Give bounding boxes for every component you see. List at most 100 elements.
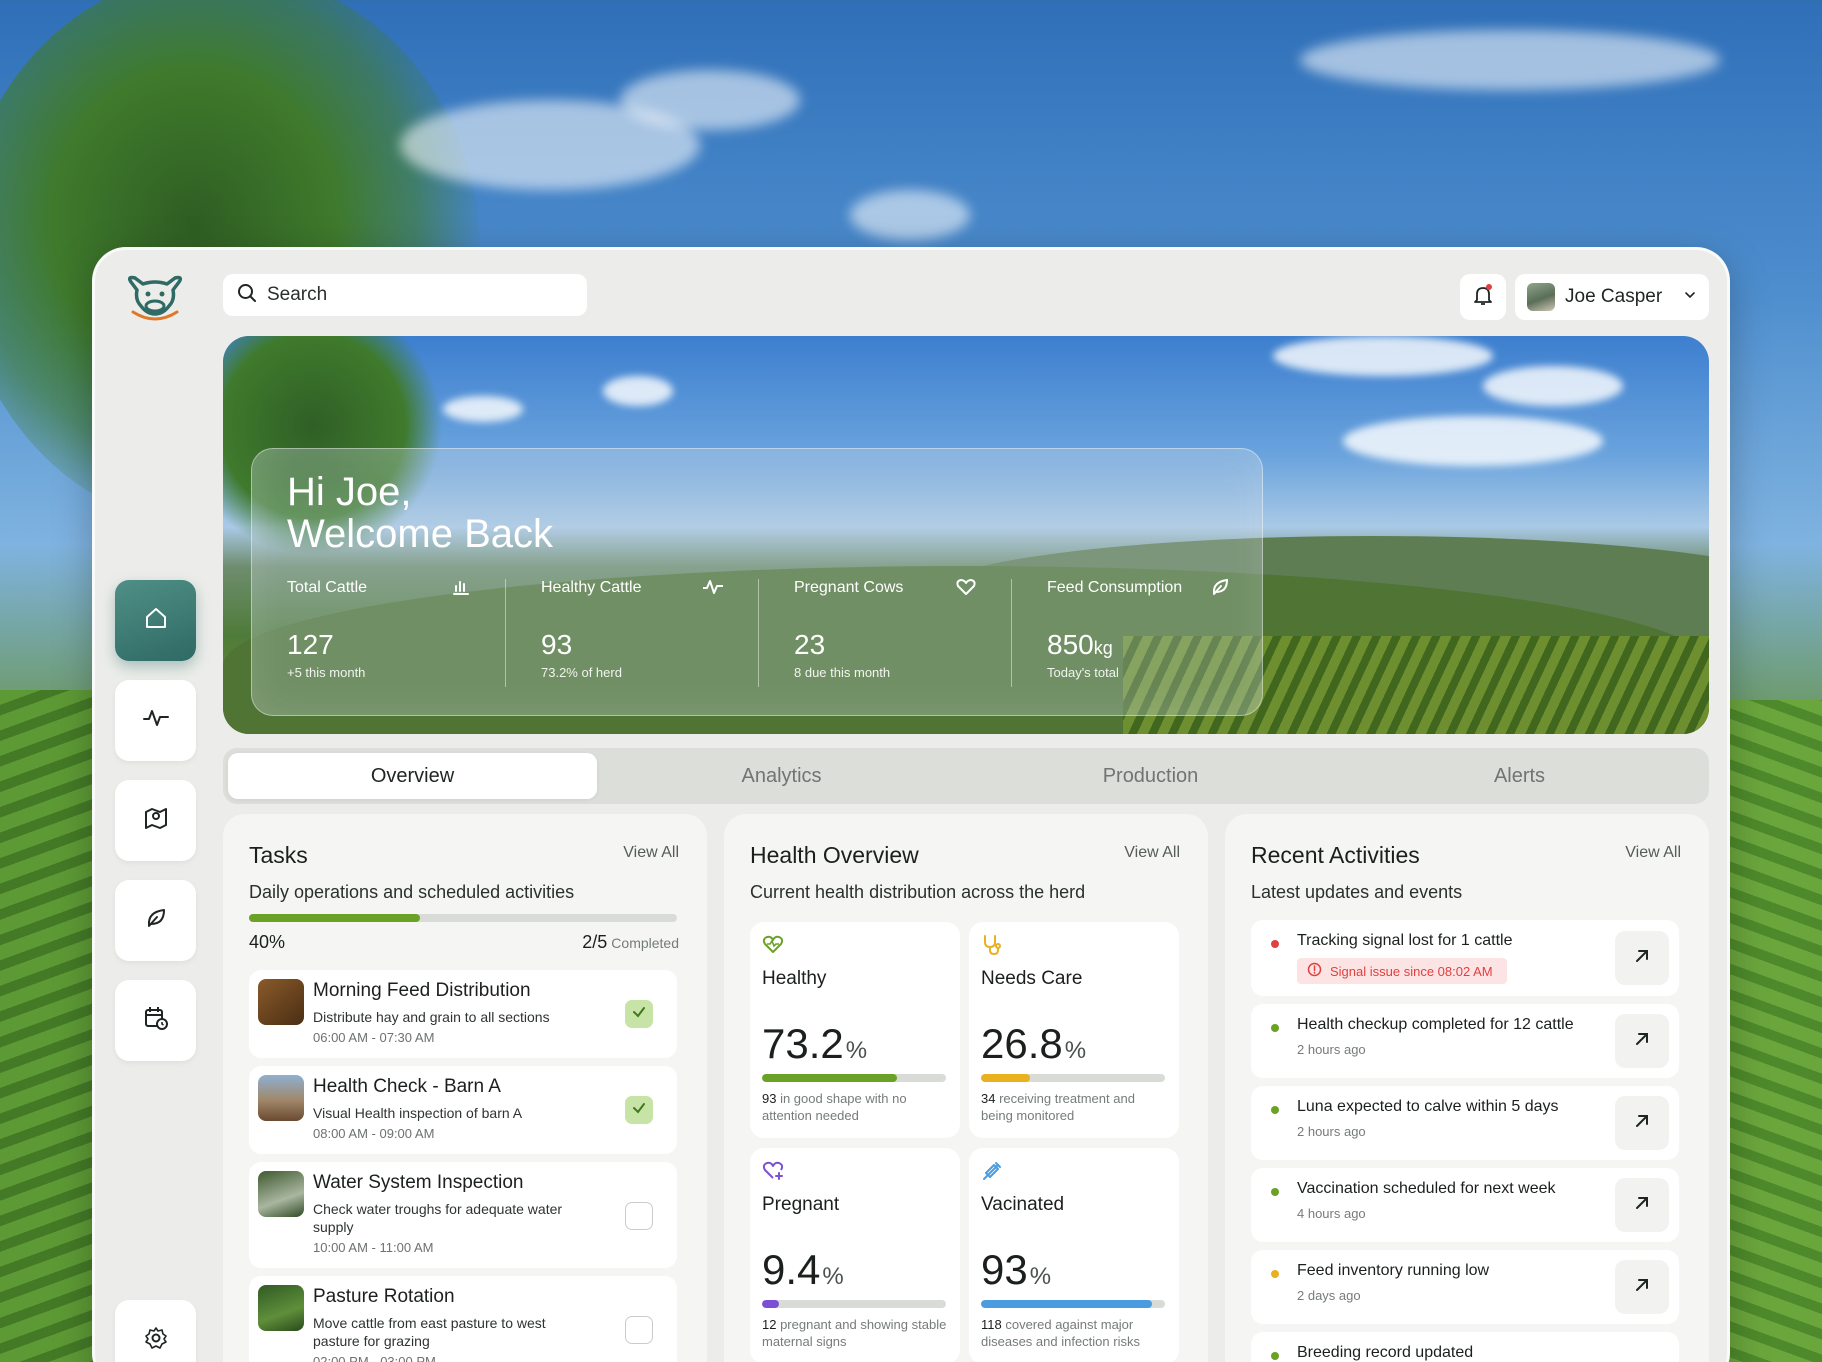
app-window: Search Joe Casper Hi Joe, Welcome Back T…: [92, 247, 1730, 1362]
health-bar-fill: [981, 1300, 1153, 1308]
view-all-link[interactable]: View All: [1124, 844, 1180, 862]
task-checkbox[interactable]: [625, 1000, 653, 1028]
open-activity-button[interactable]: [1615, 1260, 1669, 1314]
check-icon: [632, 1101, 646, 1120]
health-note: 118 covered against major diseases and i…: [981, 1317, 1140, 1349]
arrow-up-right-icon: [1634, 1113, 1650, 1134]
search-input[interactable]: Search: [223, 274, 587, 316]
arrow-up-right-icon: [1634, 1195, 1650, 1216]
task-description: Distribute hay and grain to all sections: [313, 1009, 550, 1025]
activity-item[interactable]: Feed inventory running low 2 days ago: [1251, 1250, 1679, 1324]
stat-sub: +5 this month: [287, 665, 366, 680]
view-all-link[interactable]: View All: [1625, 844, 1681, 862]
heart-pulse-icon: [762, 934, 784, 959]
task-description: Move cattle from east pasture to west pa…: [313, 1315, 546, 1349]
greeting: Hi Joe, Welcome Back: [287, 471, 553, 555]
nav-health[interactable]: [115, 680, 196, 761]
tasks-progress-bar: [249, 914, 677, 922]
health-tile-pregnant: Pregnant 9.4% 12 pregnant and showing st…: [750, 1148, 960, 1362]
task-thumbnail: [258, 1285, 304, 1331]
leaf-icon: [1210, 577, 1230, 602]
task-thumbnail: [258, 1075, 304, 1121]
card-subtitle: Current health distribution across the h…: [750, 882, 1086, 902]
task-title: Pasture Rotation: [313, 1286, 455, 1307]
task-description: Check water troughs for adequate water s…: [313, 1201, 563, 1235]
background-cloud: [620, 70, 800, 130]
nav-settings[interactable]: [115, 1300, 196, 1362]
task-item[interactable]: Health Check - Barn A Visual Health insp…: [249, 1066, 677, 1154]
card-title: Tasks: [249, 842, 308, 868]
stat-label: Total Cattle: [287, 579, 368, 596]
health-label: Vacinated: [981, 1194, 1065, 1215]
arrow-up-right-icon: [1634, 1277, 1650, 1298]
notifications-button[interactable]: [1460, 274, 1506, 320]
tab-alerts[interactable]: Alerts: [1335, 753, 1704, 799]
arrow-up-right-icon: [1634, 1031, 1650, 1052]
nav-schedule[interactable]: [115, 980, 196, 1061]
card-title: Recent Activities: [1251, 842, 1420, 868]
activity-item[interactable]: Health checkup completed for 12 cattle 2…: [1251, 1004, 1679, 1078]
activity-title: Health checkup completed for 12 cattle: [1297, 1016, 1574, 1033]
health-value: 9.4%: [762, 1246, 844, 1293]
alert-badge: Signal issue since 08:02 AM: [1297, 958, 1507, 984]
health-label: Pregnant: [762, 1194, 840, 1215]
tasks-progress-count: 2/5 Completed: [582, 932, 679, 952]
tab-production[interactable]: Production: [966, 753, 1335, 799]
activity-item[interactable]: Luna expected to calve within 5 days 2 h…: [1251, 1086, 1679, 1160]
stat-value: 850kg: [1047, 629, 1113, 660]
arrow-up-right-icon: [1634, 948, 1650, 969]
open-activity-button[interactable]: [1615, 931, 1669, 985]
task-item[interactable]: Morning Feed Distribution Distribute hay…: [249, 970, 677, 1058]
activity-item[interactable]: Vaccination scheduled for next week 4 ho…: [1251, 1168, 1679, 1242]
activity-item[interactable]: Breeding record updated: [1251, 1332, 1679, 1362]
search-placeholder: Search: [267, 284, 328, 305]
stat-label: Feed Consumption: [1047, 579, 1183, 596]
tab-overview[interactable]: Overview: [228, 753, 597, 799]
pulse-icon: [142, 706, 169, 735]
health-label: Needs Care: [981, 968, 1083, 989]
bar-chart-icon: [451, 577, 471, 602]
status-dot: [1271, 940, 1279, 948]
nav-map[interactable]: [115, 780, 196, 861]
activity-title: Feed inventory running low: [1297, 1262, 1490, 1279]
open-activity-button[interactable]: [1615, 1096, 1669, 1150]
task-item[interactable]: Pasture Rotation Move cattle from east p…: [249, 1276, 677, 1362]
health-bar-fill: [981, 1074, 1031, 1082]
health-bar: [762, 1300, 946, 1308]
syringe-icon: [981, 1160, 1003, 1187]
nav-feed[interactable]: [115, 880, 196, 961]
open-activity-button[interactable]: [1615, 1178, 1669, 1232]
tasks-progress-fill: [249, 914, 421, 922]
health-value: 73.2%: [762, 1020, 868, 1067]
cow-logo-icon[interactable]: [125, 274, 185, 324]
view-all-link[interactable]: View All: [623, 844, 679, 862]
health-tile-needs-care: Needs Care 26.8% 34 receiving treatment …: [969, 922, 1179, 1138]
stat-sub: 8 due this month: [794, 665, 891, 680]
task-item[interactable]: Water System Inspection Check water trou…: [249, 1162, 677, 1268]
task-checkbox[interactable]: [625, 1096, 653, 1124]
calendar-clock-icon: [143, 1005, 169, 1036]
user-menu[interactable]: Joe Casper: [1515, 274, 1709, 320]
pulse-icon: [702, 577, 724, 602]
heart-plus-icon: [762, 1160, 784, 1185]
background-cloud: [850, 190, 970, 240]
tab-analytics[interactable]: Analytics: [597, 753, 966, 799]
task-thumbnail: [258, 979, 304, 1025]
user-name: Joe Casper: [1565, 286, 1663, 307]
activity-title: Luna expected to calve within 5 days: [1297, 1098, 1559, 1115]
nav-home[interactable]: [115, 580, 196, 661]
stat-healthy-cattle: Healthy Cattle 93 73.2% of herd: [505, 579, 758, 687]
map-pin-icon: [143, 805, 169, 836]
card-title: Health Overview: [750, 842, 919, 868]
stat-value: 23: [794, 629, 826, 660]
task-checkbox[interactable]: [625, 1202, 653, 1230]
health-bar: [762, 1074, 946, 1082]
avatar: [1527, 283, 1555, 311]
task-checkbox[interactable]: [625, 1316, 653, 1344]
activity-item[interactable]: Tracking signal lost for 1 cattle Signal…: [1251, 920, 1679, 996]
status-dot: [1271, 1270, 1279, 1278]
health-value: 93%: [981, 1246, 1052, 1293]
health-overview-card: Health Overview View All Current health …: [724, 814, 1208, 1362]
open-activity-button[interactable]: [1615, 1014, 1669, 1068]
gear-icon: [144, 1326, 168, 1355]
